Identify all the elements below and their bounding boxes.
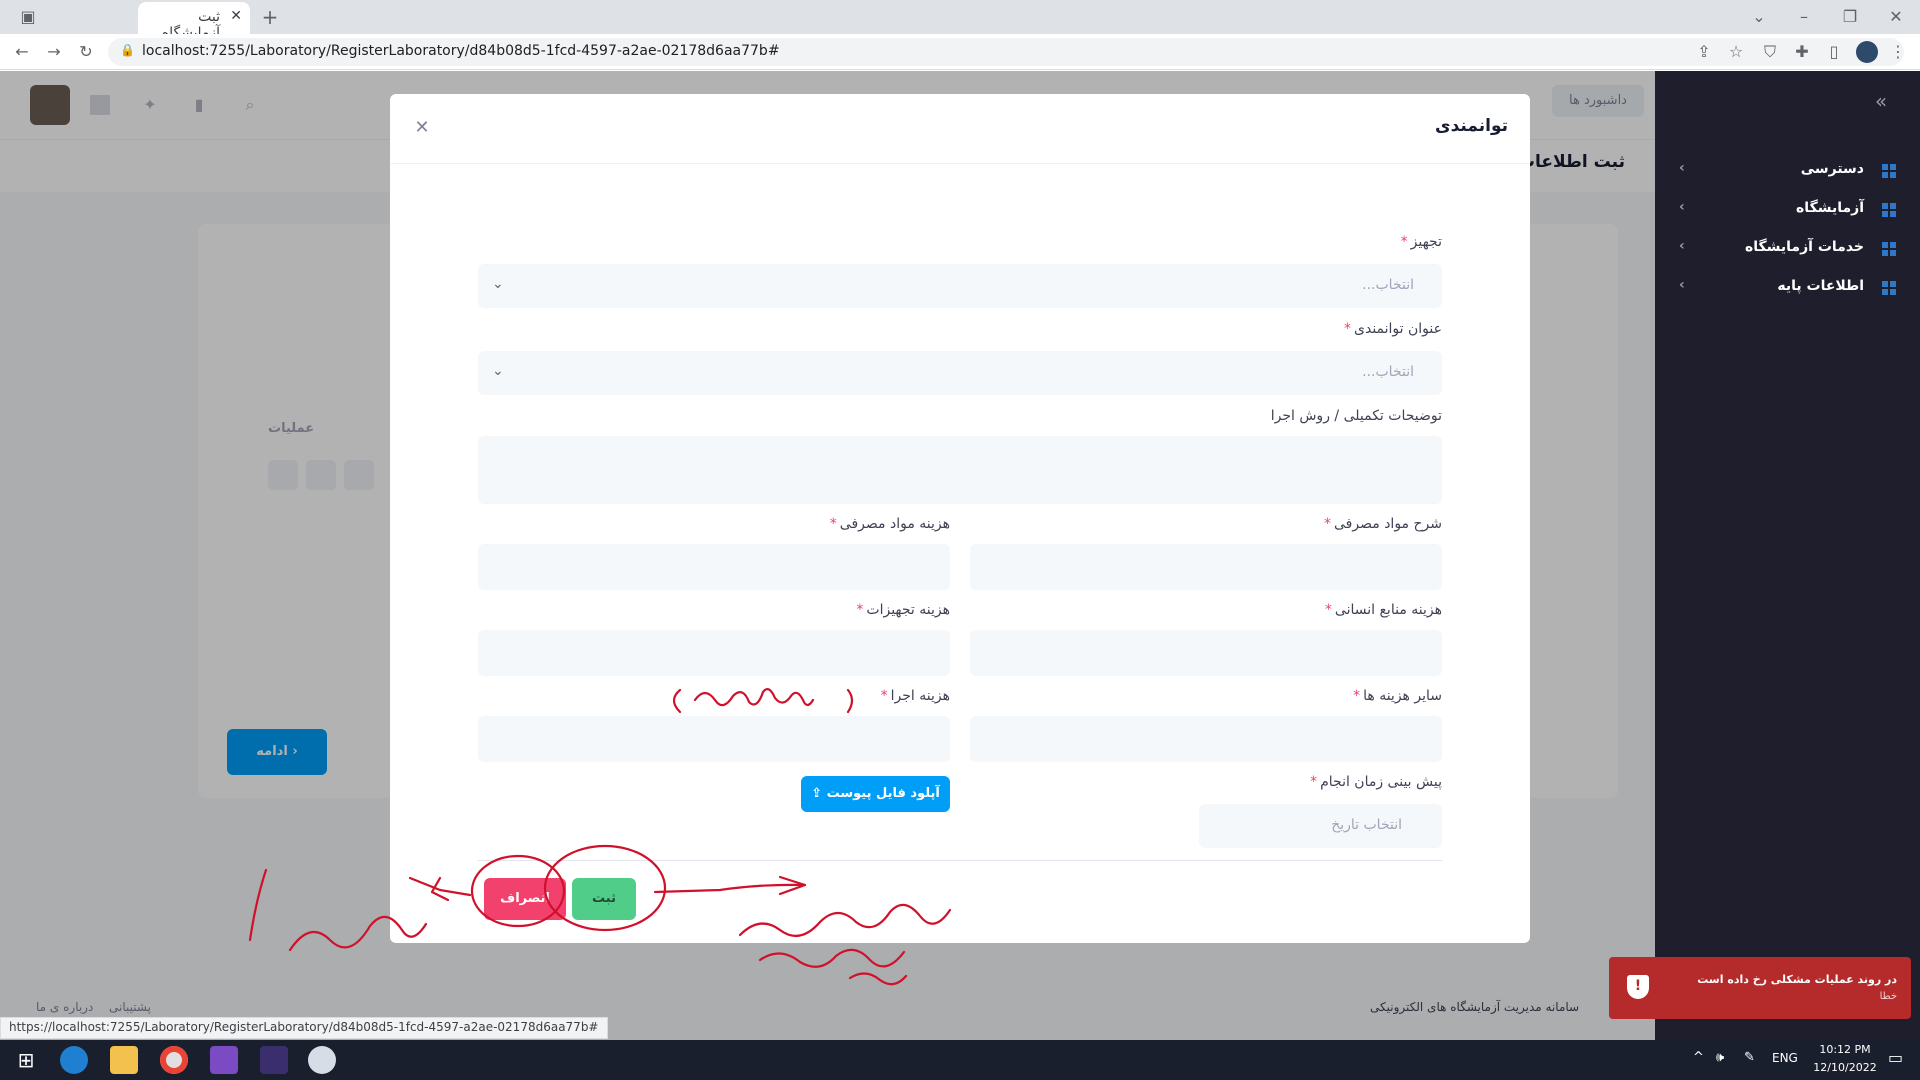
error-shield-icon: ! [1627,975,1649,999]
visual-studio-icon[interactable] [210,1046,238,1074]
volume-icon[interactable]: 🕪 [1716,1050,1724,1065]
terminal-icon[interactable] [260,1046,288,1074]
handwritten-annotations [248,688,952,986]
windows-start-icon[interactable]: ⊞ [12,1046,40,1074]
pen-icon[interactable]: ✎ [1744,1050,1755,1065]
tray-chevron-icon[interactable]: ^ [1693,1050,1704,1065]
error-toast[interactable]: ! در روند عملیات مشکلی رخ داده است خطا [1609,957,1911,1019]
toast-message: در روند عملیات مشکلی رخ داده است [1697,973,1897,986]
scribble-submit-note [738,903,952,986]
file-explorer-icon[interactable] [110,1046,138,1074]
chrome-icon[interactable] [160,1046,188,1074]
clock-time[interactable]: 10:12 PM [1810,1043,1880,1056]
language-indicator[interactable]: ENG [1772,1051,1798,1065]
circle-around-cancel [470,854,566,928]
arrow-to-submit [653,883,807,894]
arrow-to-cancel [408,876,472,897]
edge-icon[interactable] [60,1046,88,1074]
scribble-cancel-note [248,868,428,952]
toast-type: خطا [1879,991,1897,1002]
clock-date[interactable]: 12/10/2022 [1810,1061,1880,1074]
taskbar: ⊞ ^ 🕪 ✎ ENG 10:12 PM 12/10/2022 ▭ [0,1040,1920,1080]
paint-icon[interactable] [308,1046,336,1074]
link-status-url: https://localhost:7255/Laboratory/Regist… [0,1017,608,1039]
notifications-icon[interactable]: ▭ [1888,1048,1903,1067]
scribble-execution-cost [672,688,854,714]
